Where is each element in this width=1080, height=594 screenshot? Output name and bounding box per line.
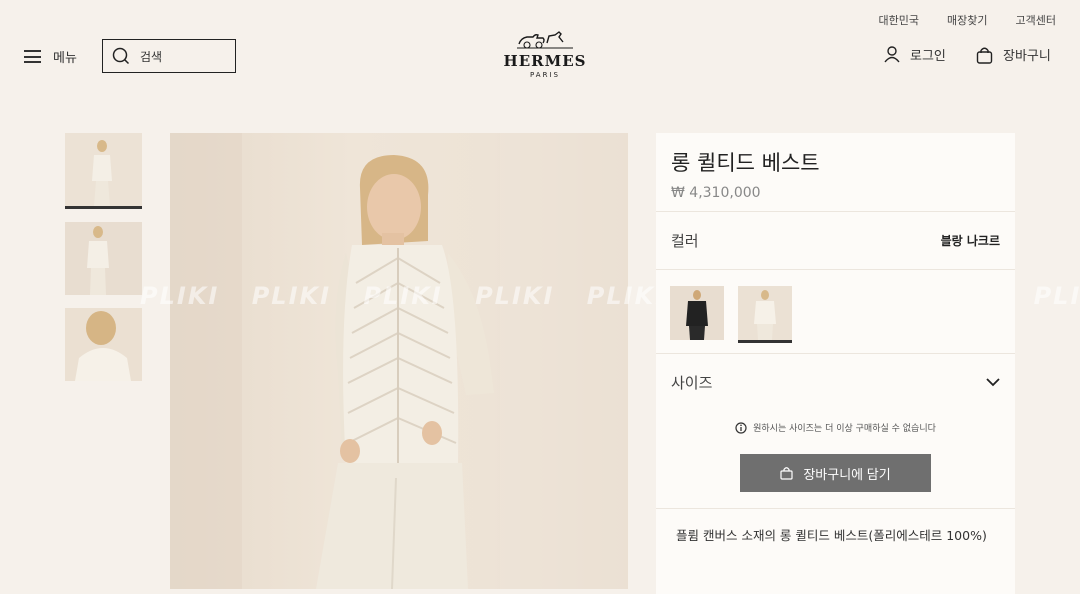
util-link-store-finder[interactable]: 매장찾기 bbox=[947, 12, 987, 28]
util-link-customer-service[interactable]: 고객센터 bbox=[1016, 12, 1056, 28]
cart-label: 장바구니 bbox=[1003, 49, 1051, 64]
logo-wordmark: HERMES bbox=[503, 52, 587, 70]
menu-button[interactable]: 메뉴 bbox=[24, 47, 77, 66]
bag-icon bbox=[976, 47, 993, 64]
carriage-icon bbox=[517, 31, 573, 49]
color-value: 블랑 나크르 bbox=[940, 234, 1000, 248]
chevron-down-icon bbox=[986, 378, 1000, 387]
cart-button[interactable]: 장바구니 bbox=[976, 45, 1051, 64]
thumbnail-list bbox=[65, 133, 142, 394]
product-description: 플륌 캔버스 소재의 롱 퀼티드 베스트(폴리에스테르 100%) bbox=[656, 508, 1015, 563]
menu-label: 메뉴 bbox=[53, 51, 77, 66]
util-link-country[interactable]: 대한민국 bbox=[879, 12, 919, 28]
add-to-cart-label: 장바구니에 담기 bbox=[803, 466, 891, 482]
search-icon bbox=[112, 47, 130, 65]
swatch-black[interactable] bbox=[670, 286, 724, 340]
info-icon bbox=[735, 421, 747, 434]
product-title: 롱 퀼티드 베스트 bbox=[671, 151, 820, 175]
product-main-image[interactable] bbox=[170, 133, 628, 589]
search-placeholder: 검색 bbox=[140, 49, 163, 64]
size-unavailable-notice: 원하시는 사이즈는 더 이상 구매하실 수 없습니다 bbox=[656, 421, 1015, 434]
product-price: ₩ 4,310,000 bbox=[671, 185, 761, 201]
thumbnail-side[interactable] bbox=[65, 222, 142, 295]
swatch-blanc-nacre[interactable] bbox=[738, 286, 792, 343]
logo-subtitle: PARIS bbox=[530, 71, 560, 79]
add-to-cart-button[interactable]: 장바구니에 담기 bbox=[740, 454, 931, 492]
color-selector: 컬러 블랑 나크르 bbox=[656, 211, 1015, 269]
color-label: 컬러 bbox=[671, 232, 699, 250]
login-label: 로그인 bbox=[910, 49, 946, 64]
brand-logo[interactable]: HERMES PARIS bbox=[498, 30, 592, 79]
thumbnail-back-detail[interactable] bbox=[65, 308, 142, 381]
size-label: 사이즈 bbox=[671, 374, 713, 392]
product-info-panel: 롱 퀼티드 베스트 ₩ 4,310,000 컬러 블랑 나크르 사이즈 원하시는… bbox=[656, 133, 1015, 594]
notice-text: 원하시는 사이즈는 더 이상 구매하실 수 없습니다 bbox=[753, 424, 936, 434]
hamburger-icon bbox=[24, 50, 41, 63]
thumbnail-front[interactable] bbox=[65, 133, 142, 209]
user-icon bbox=[884, 46, 900, 63]
login-button[interactable]: 로그인 bbox=[884, 45, 946, 64]
size-selector[interactable]: 사이즈 bbox=[656, 353, 1015, 411]
bag-icon bbox=[780, 467, 793, 480]
search-input[interactable]: 검색 bbox=[102, 39, 236, 73]
color-swatches bbox=[656, 269, 1015, 353]
utility-nav: 대한민국 매장찾기 고객센터 bbox=[879, 12, 1056, 28]
